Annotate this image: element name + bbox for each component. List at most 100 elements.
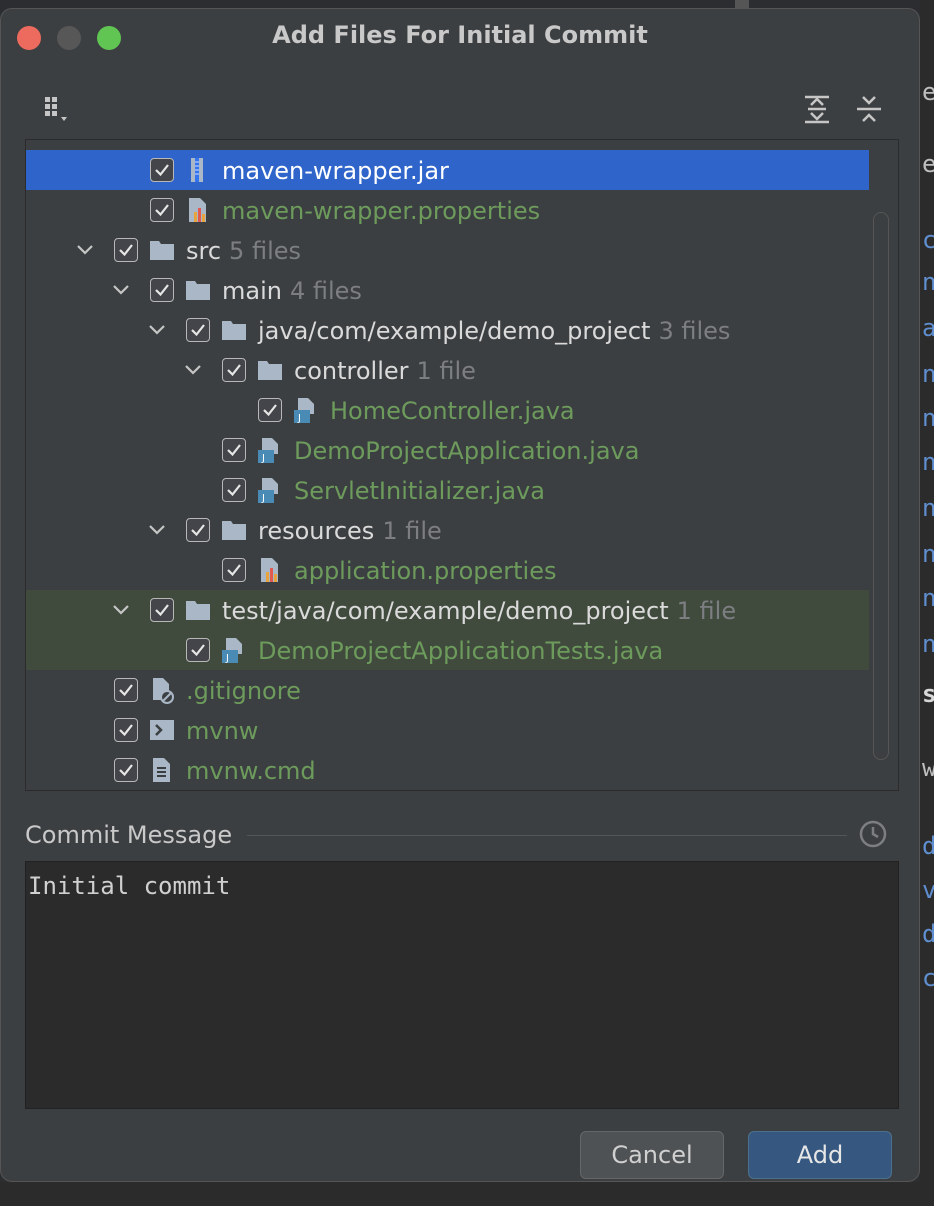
- tree-folder-row[interactable]: controller 1 file: [26, 350, 869, 390]
- tree-file-row[interactable]: J DemoProjectApplicationTests.java: [26, 630, 869, 670]
- tree-scrollbar[interactable]: [873, 212, 889, 760]
- chevron-down-icon[interactable]: [182, 359, 204, 381]
- folder-icon: [220, 316, 248, 344]
- tree-folder-row[interactable]: src 5 files: [26, 230, 869, 270]
- tree-file-row[interactable]: mvnw: [26, 710, 869, 750]
- expand-all-icon[interactable]: [801, 93, 835, 127]
- tree-item-label: test/java/com/example/demo_project 1 file: [222, 597, 736, 625]
- tree-file-row[interactable]: application.properties: [26, 550, 869, 590]
- background-editor-tab: [735, 0, 749, 8]
- background-glyph: w: [922, 754, 934, 782]
- add-button[interactable]: Add: [748, 1131, 892, 1179]
- tree-item-file-count: 1 file: [416, 357, 476, 385]
- tree-folder-row[interactable]: main 4 files: [26, 270, 869, 310]
- file-checkbox[interactable]: [222, 358, 246, 382]
- background-glyph: n: [922, 584, 934, 612]
- file-checkbox[interactable]: [150, 598, 174, 622]
- tree-file-row[interactable]: maven-wrapper.jar: [26, 150, 869, 190]
- background-glyph: ci: [922, 226, 934, 254]
- tree-item-name: application.properties: [294, 557, 557, 585]
- file-checkbox[interactable]: [222, 558, 246, 582]
- folder-icon: [256, 356, 284, 384]
- tree-item-label: mvnw: [186, 717, 258, 745]
- tree-item-label: controller 1 file: [294, 357, 476, 385]
- collapse-all-icon[interactable]: [853, 93, 887, 127]
- tree-file-row[interactable]: J ServletInitializer.java: [26, 470, 869, 510]
- background-glyph: d: [922, 920, 934, 948]
- chevron-down-icon[interactable]: [110, 599, 132, 621]
- folder-icon: [184, 276, 212, 304]
- background-glyph: n: [922, 630, 934, 658]
- tree-file-row[interactable]: J HomeController.java: [26, 390, 869, 430]
- file-checkbox[interactable]: [150, 158, 174, 182]
- chevron-down-icon[interactable]: [110, 279, 132, 301]
- svg-text:J: J: [297, 413, 301, 424]
- commit-message-input[interactable]: Initial commit: [25, 861, 899, 1109]
- svg-text:J: J: [225, 653, 229, 664]
- tree-item-name: DemoProjectApplication.java: [294, 437, 640, 465]
- tree-file-row[interactable]: .gitignore: [26, 670, 869, 710]
- background-glyph: e: [922, 150, 934, 178]
- background-glyph: n: [922, 360, 934, 388]
- tree-item-file-count: 5 files: [229, 237, 301, 265]
- tree-item-label: .gitignore: [186, 677, 301, 705]
- tree-item-label: main 4 files: [222, 277, 362, 305]
- file-checkbox[interactable]: [222, 478, 246, 502]
- java-file-icon: J: [256, 476, 284, 504]
- changed-files-tree[interactable]: maven-wrapper.jar maven-wrapper.propertie…: [25, 139, 899, 791]
- tree-folder-row[interactable]: java/com/example/demo_project 3 files: [26, 310, 869, 350]
- file-checkbox[interactable]: [150, 278, 174, 302]
- file-checkbox[interactable]: [258, 398, 282, 422]
- chevron-down-icon[interactable]: [146, 519, 168, 541]
- tree-item-file-count: 1 file: [382, 517, 442, 545]
- tree-item-name: resources: [258, 517, 375, 545]
- tree-item-label: java/com/example/demo_project 3 files: [258, 317, 730, 345]
- background-editor-strip: er e ci n a n n n n n n n s w d vi d c: [920, 0, 934, 1206]
- tree-item-name: ServletInitializer.java: [294, 477, 545, 505]
- commit-message-label: Commit Message: [25, 821, 233, 849]
- chevron-down-icon[interactable]: [74, 239, 96, 261]
- tree-item-label: DemoProjectApplicationTests.java: [258, 637, 663, 665]
- file-checkbox[interactable]: [114, 238, 138, 262]
- commit-message-divider: [247, 835, 847, 836]
- group-by-icon[interactable]: [41, 93, 75, 127]
- file-checkbox[interactable]: [114, 718, 138, 742]
- tree-folder-row[interactable]: resources 1 file: [26, 510, 869, 550]
- file-checkbox[interactable]: [222, 438, 246, 462]
- java-file-icon: J: [256, 436, 284, 464]
- tree-item-file-count: 4 files: [289, 277, 362, 305]
- background-glyph: s: [922, 680, 934, 708]
- history-icon[interactable]: [858, 819, 888, 849]
- background-glyph: n: [922, 448, 934, 476]
- tree-item-name: DemoProjectApplicationTests.java: [258, 637, 664, 665]
- background-glyph: n: [922, 494, 934, 522]
- tree-item-label: src 5 files: [186, 237, 301, 265]
- file-checkbox[interactable]: [114, 758, 138, 782]
- tree-item-label: resources 1 file: [258, 517, 442, 545]
- tree-item-name: mvnw.cmd: [186, 757, 316, 785]
- dialog-title: Add Files For Initial Commit: [272, 21, 648, 49]
- background-glyph: n: [922, 540, 934, 568]
- tree-item-label: maven-wrapper.properties: [222, 197, 540, 225]
- text-file-icon: [148, 756, 176, 784]
- chevron-down-icon[interactable]: [146, 319, 168, 341]
- tree-item-name: mvnw: [186, 717, 259, 745]
- tree-folder-row[interactable]: test/java/com/example/demo_project 1 file: [26, 590, 869, 630]
- properties-icon: [184, 196, 212, 224]
- tree-file-row[interactable]: J DemoProjectApplication.java: [26, 430, 869, 470]
- jar-icon: [184, 156, 212, 184]
- folder-icon: [148, 236, 176, 264]
- file-checkbox[interactable]: [150, 198, 174, 222]
- background-editor-bottom: [0, 1182, 934, 1206]
- tree-item-name: test/java/com/example/demo_project: [222, 597, 669, 625]
- file-checkbox[interactable]: [186, 638, 210, 662]
- tree-file-row[interactable]: maven-wrapper.properties: [26, 190, 869, 230]
- tree-item-label: HomeController.java: [330, 397, 575, 425]
- file-checkbox[interactable]: [186, 318, 210, 342]
- svg-text:J: J: [261, 453, 265, 464]
- file-checkbox[interactable]: [114, 678, 138, 702]
- file-checkbox[interactable]: [186, 518, 210, 542]
- tree-item-label: application.properties: [294, 557, 557, 585]
- tree-file-row[interactable]: mvnw.cmd: [26, 750, 869, 790]
- cancel-button[interactable]: Cancel: [580, 1131, 724, 1179]
